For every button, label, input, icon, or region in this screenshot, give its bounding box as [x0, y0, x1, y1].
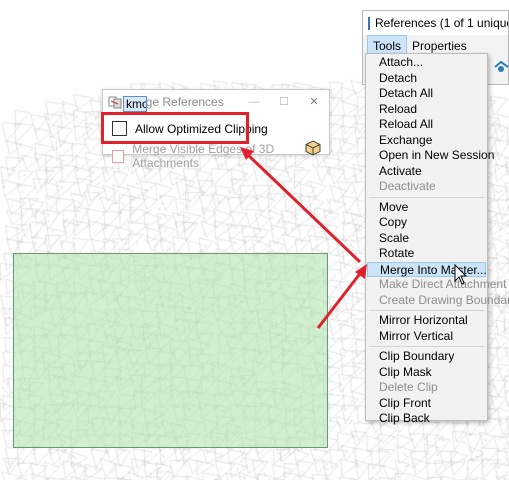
annotation-highlight-box	[101, 112, 249, 144]
merge-visible-edges-checkbox	[112, 149, 125, 163]
3d-cube-icon[interactable]	[305, 140, 321, 156]
maximize-icon[interactable]: ☐	[269, 95, 299, 108]
menu-item-delete-clip[interactable]: Delete Clip	[366, 380, 487, 396]
menu-item-open-in-new-session[interactable]: Open in New Session	[366, 148, 494, 164]
menu-item-reload[interactable]: Reload	[366, 102, 487, 118]
menu-item-create-drawing-boundary[interactable]: Create Drawing Boundary	[366, 293, 509, 309]
merge-references-icon	[108, 96, 122, 108]
menu-item-clip-back[interactable]: Clip Back	[366, 411, 487, 427]
merge-visible-edges-label: Merge Visible Edges of 3D Attachments	[132, 142, 275, 170]
menu-item-rotate[interactable]: Rotate	[366, 246, 487, 262]
menu-item-merge-into-master[interactable]: Merge Into Master...	[367, 261, 487, 277]
tools-dropdown-menu: Attach... Detach Detach All Reload Reload Al…	[365, 53, 509, 425]
menu-item-attach[interactable]: Attach...	[366, 55, 487, 71]
menu-separator	[369, 196, 484, 198]
menu-separator	[369, 346, 484, 347]
menu-item-clip-front[interactable]: Clip Front	[366, 396, 487, 412]
menu-item-copy[interactable]: Copy	[366, 215, 487, 231]
menu-item-clip-boundary[interactable]: Clip Boundary	[366, 349, 487, 365]
references-doc-icon	[368, 16, 370, 30]
clip-boundary-region	[13, 253, 328, 448]
menu-separator	[369, 310, 484, 311]
menu-item-deactivate[interactable]: Deactivate	[366, 179, 487, 195]
menu-item-reload-all[interactable]: Reload All	[366, 117, 487, 133]
menu-item-detach-all[interactable]: Detach All	[366, 86, 487, 102]
menu-item-clip-mask[interactable]: Clip Mask	[366, 365, 487, 381]
merge-visible-edges-row: Merge Visible Edges of 3D Attachments	[112, 142, 329, 170]
minimize-icon[interactable]: —	[239, 96, 269, 108]
menu-item-mirror-horizontal[interactable]: Mirror Horizontal	[366, 313, 487, 329]
references-title: References (1 of 1 unique, 1 disp	[375, 16, 508, 30]
menu-item-make-direct-attachment[interactable]: Make Direct Attachment	[366, 277, 506, 293]
menu-item-scale[interactable]: Scale	[366, 231, 487, 247]
menu-item-move[interactable]: Move	[366, 200, 487, 216]
menu-item-activate[interactable]: Activate	[366, 164, 487, 180]
menu-item-detach[interactable]: Detach	[366, 71, 487, 87]
menu-item-exchange[interactable]: Exchange	[366, 133, 487, 149]
menu-item-mirror-vertical[interactable]: Mirror Vertical	[366, 329, 487, 345]
attach-tool-icon[interactable]	[493, 59, 509, 74]
references-titlebar[interactable]: References (1 of 1 unique, 1 disp	[363, 11, 508, 35]
reference-list-cell[interactable]: kmode	[123, 96, 147, 112]
close-icon[interactable]: ✕	[299, 95, 329, 108]
